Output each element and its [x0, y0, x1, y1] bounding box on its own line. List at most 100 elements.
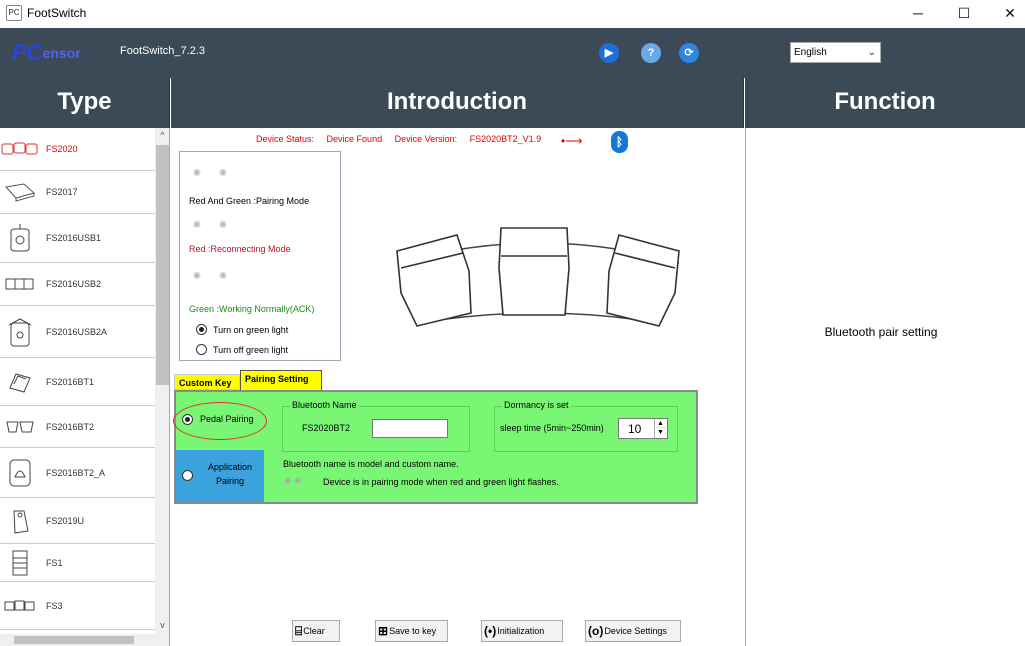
turn-off-green-light-radio[interactable]: Turn off green light	[196, 344, 288, 355]
language-select[interactable]: English ⌄	[790, 42, 881, 63]
stepper-down-icon[interactable]: ▼	[654, 428, 666, 438]
device-version-value: FS2020BT2_V1.9	[469, 134, 542, 144]
dormancy-group-title: Dormancy is set	[502, 400, 571, 410]
window-title: FootSwitch	[27, 6, 87, 20]
led-icon: ✺	[192, 271, 202, 282]
pairing-mode-text: Red And Green :Pairing Mode	[189, 196, 310, 206]
sleep-time-stepper[interactable]: 10 ▲ ▼	[618, 418, 668, 439]
sidebar-item-fs2016usb1[interactable]: FS2016USB1	[0, 214, 155, 263]
device-status-label: Device Status:	[256, 134, 315, 144]
sidebar-item-fs2016usb2a[interactable]: FS2016USB2A	[0, 306, 155, 358]
fs2017-device-icon	[0, 181, 40, 203]
highlight-oval	[173, 402, 267, 440]
application-pairing-option[interactable]: Application Pairing	[176, 450, 264, 502]
device-status-value: Device Found	[326, 134, 383, 144]
bluetooth-name-group-title: Bluetooth Name	[290, 400, 359, 410]
working-mode-text: Green :Working Normally(ACK)	[189, 304, 315, 314]
led-icon: ✺	[192, 168, 202, 179]
sidebar-horizontal-scrollbar[interactable]	[0, 634, 155, 646]
sleep-time-label: sleep time (5min~250min)	[500, 423, 604, 433]
scrollbar-thumb[interactable]	[156, 145, 169, 385]
sidebar-item-label: FS2016BT2_A	[46, 467, 106, 478]
clear-icon: ⌸	[295, 623, 303, 638]
logo-pc: PC	[12, 40, 43, 65]
tab-custom-key[interactable]: Custom Key	[174, 374, 240, 390]
app-header: PCensor FootSwitch_7.2.3 ▶ ? ⟳ English ⌄	[0, 28, 1025, 78]
sidebar-vertical-scrollbar[interactable]: ^ v	[155, 128, 169, 646]
fs2016usb2-device-icon	[0, 277, 40, 291]
language-value: English	[794, 47, 827, 58]
bluetooth-name-group: Bluetooth Name FS2020BT2	[282, 400, 470, 452]
fs2016bt1-device-icon	[0, 370, 40, 394]
pairing-setting-panel: Pedal Pairing Application Pairing Blueto…	[173, 390, 698, 504]
device-settings-button[interactable]: (o) Device Settings	[585, 620, 681, 642]
minimize-button[interactable]: ─	[895, 0, 941, 28]
radio-dot[interactable]	[196, 324, 207, 335]
fs2016usb2a-device-icon	[0, 316, 40, 348]
initialization-button-label: Initialization	[497, 626, 545, 636]
close-button[interactable]: ✕	[987, 0, 1025, 28]
sidebar-item-label: FS2020	[46, 144, 78, 154]
dormancy-group: Dormancy is set sleep time (5min~250min)…	[494, 400, 678, 452]
sidebar-item-fs2016bt2-a[interactable]: FS2016BT2_A	[0, 448, 155, 498]
usb-icon: •⟶	[561, 134, 583, 148]
sleep-time-value[interactable]: 10	[628, 422, 641, 436]
app-version: FootSwitch_7.2.3	[120, 45, 205, 57]
sidebar-item-fs2017[interactable]: FS2017	[0, 171, 155, 214]
fs2016bt2-device-icon	[0, 419, 40, 435]
clear-button-label: Clear	[303, 626, 325, 636]
fs2020-device-icon	[0, 142, 40, 156]
application-pairing-label-line1: Application	[207, 462, 253, 472]
sidebar-item-fs1[interactable]: FS1	[0, 544, 155, 582]
play-icon[interactable]: ▶	[599, 43, 619, 63]
scroll-up-arrow-icon[interactable]: ^	[155, 130, 169, 144]
sidebar-item-fs2016bt1[interactable]: FS2016BT1	[0, 358, 155, 406]
led-icon: ✺	[218, 168, 228, 179]
bluetooth-model-name: FS2020BT2	[302, 423, 351, 433]
pairing-mode-note: Device is in pairing mode when red and g…	[323, 477, 559, 487]
sidebar-item-fs2016bt2[interactable]: FS2016BT2	[0, 406, 155, 448]
refresh-icon[interactable]: ⟳	[679, 43, 699, 63]
sidebar-item-fs2016usb2[interactable]: FS2016USB2	[0, 263, 155, 306]
led-icon: ✺	[218, 271, 228, 282]
save-icon: ⊞	[378, 624, 389, 638]
scroll-down-arrow-icon[interactable]: v	[155, 620, 169, 634]
fs3-device-icon	[0, 599, 40, 613]
sidebar-item-fs2020[interactable]: FS2020	[0, 128, 155, 171]
function-header: Function	[745, 78, 1025, 128]
function-description: Bluetooth pair setting	[824, 325, 938, 339]
help-icon[interactable]: ?	[641, 43, 661, 63]
function-pane: Bluetooth pair setting	[745, 128, 1025, 646]
bluetooth-custom-name-input[interactable]	[372, 419, 448, 438]
device-version-label: Device Version:	[394, 134, 458, 144]
introduction-pane: Device Status: Device Found Device Versi…	[171, 128, 744, 646]
save-to-key-button[interactable]: ⊞ Save to key	[375, 620, 448, 642]
sidebar-item-label: FS2016USB2	[46, 279, 102, 289]
pedal-pairing-option[interactable]: Pedal Pairing	[173, 392, 267, 450]
sidebar-item-label: FS2016USB1	[46, 233, 102, 243]
pairing-mode-column: Pedal Pairing Application Pairing	[173, 392, 267, 502]
introduction-header: Introduction	[171, 78, 744, 128]
scrollbar-thumb[interactable]	[14, 636, 134, 644]
app-icon: PC	[6, 5, 22, 21]
initialization-button[interactable]: (•) Initialization	[481, 620, 563, 642]
application-pairing-radio[interactable]	[182, 470, 193, 481]
sidebar-item-label: FS2019U	[46, 515, 85, 526]
fs2019u-device-icon	[0, 507, 40, 535]
turn-on-green-light-radio[interactable]: Turn on green light	[196, 324, 288, 335]
radio-label: Turn off green light	[213, 344, 289, 355]
sidebar-item-fs3[interactable]: FS3	[0, 582, 155, 630]
radio-label: Turn on green light	[213, 324, 289, 335]
sidebar-item-label: FS3	[46, 600, 63, 611]
stepper-up-icon[interactable]: ▲	[654, 419, 666, 428]
fs2016usb1-device-icon	[0, 223, 40, 253]
sidebar-item-label: FS2017	[46, 187, 78, 197]
maximize-button[interactable]: ☐	[941, 0, 987, 28]
clear-button[interactable]: ⌸ Clear	[292, 620, 340, 642]
sidebar-item-label: FS2016BT1	[46, 376, 95, 387]
tab-pairing-setting[interactable]: Pairing Setting	[240, 370, 322, 390]
radio-dot[interactable]	[196, 344, 207, 355]
sidebar-item-fs2019u[interactable]: FS2019U	[0, 498, 155, 544]
pcsensor-logo: PCensor	[12, 40, 81, 66]
fs1-device-icon	[0, 548, 40, 578]
